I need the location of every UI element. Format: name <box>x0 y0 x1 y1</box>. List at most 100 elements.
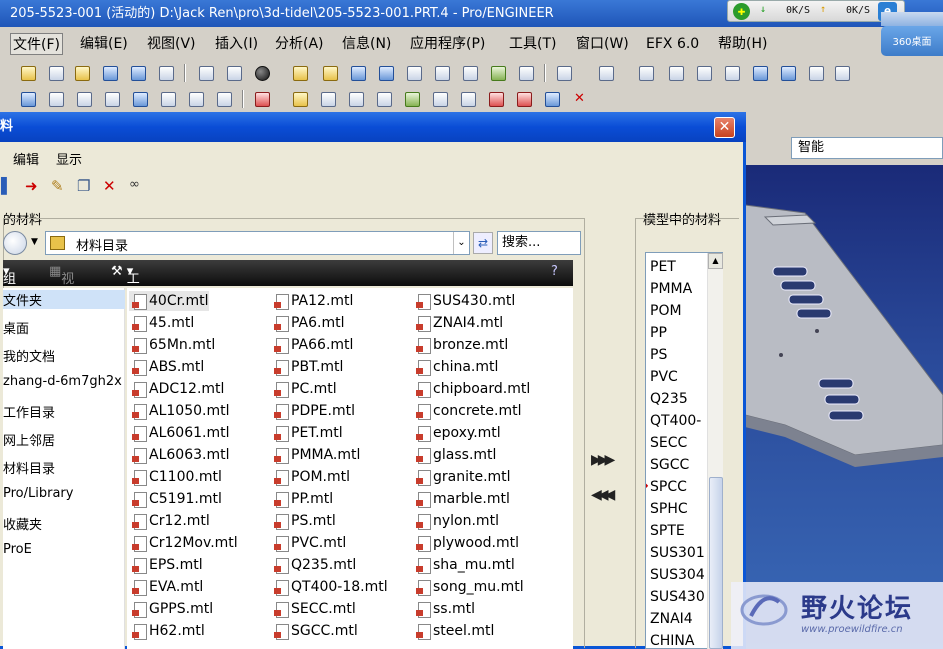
material-file[interactable]: ABS.mtl <box>129 357 204 377</box>
material-file[interactable]: SGCC.mtl <box>271 621 358 641</box>
help-icon[interactable]: ? <box>551 264 558 279</box>
side-item[interactable]: 材料目录 <box>3 458 55 477</box>
material-file[interactable]: SECC.mtl <box>271 599 356 619</box>
material-file[interactable]: concrete.mtl <box>413 401 521 421</box>
side-item[interactable]: Pro/Library <box>3 486 73 501</box>
shading-icon[interactable] <box>224 64 244 82</box>
material-file[interactable]: GPPS.mtl <box>129 599 213 619</box>
copy-icon[interactable] <box>666 64 686 82</box>
tools-button[interactable]: ⚒ 工具 ▾ <box>111 264 140 306</box>
paint-icon[interactable] <box>290 64 310 82</box>
material-file[interactable]: POM.mtl <box>271 467 350 487</box>
material-file[interactable]: chipboard.mtl <box>413 379 530 399</box>
material-file[interactable]: china.mtl <box>413 357 498 377</box>
desk-360-button[interactable]: 360桌面 <box>881 12 943 56</box>
model-material-item[interactable]: Q235 <box>650 388 688 410</box>
model-material-item[interactable]: SPTE <box>650 520 685 542</box>
analysis-icon[interactable] <box>458 90 478 108</box>
cancel-icon[interactable] <box>570 90 590 108</box>
orient-icon[interactable] <box>488 64 508 82</box>
trim-icon[interactable] <box>486 90 506 108</box>
delete-icon[interactable]: ✕ <box>103 177 116 195</box>
select-box-icon[interactable] <box>832 64 852 82</box>
dimension-icon[interactable] <box>186 90 206 108</box>
model-material-item[interactable]: PS <box>650 344 667 366</box>
material-file[interactable]: epoxy.mtl <box>413 423 501 443</box>
find-icon[interactable] <box>806 64 826 82</box>
material-file[interactable]: QT400-18.mtl <box>271 577 388 597</box>
material-file[interactable]: PA6.mtl <box>271 313 345 333</box>
model-material-item[interactable]: SGCC <box>650 454 689 476</box>
sketch-icon[interactable] <box>374 90 394 108</box>
material-file[interactable]: ZNAI4.mtl <box>413 313 503 333</box>
material-file[interactable]: PA12.mtl <box>271 291 353 311</box>
material-file[interactable]: PS.mtl <box>271 511 336 531</box>
glasses-icon[interactable]: ∞ <box>129 177 140 192</box>
wireframe-icon[interactable] <box>46 90 66 108</box>
material-file[interactable]: PP.mtl <box>271 489 333 509</box>
side-item[interactable]: ProE <box>3 542 32 557</box>
material-file[interactable]: bronze.mtl <box>413 335 508 355</box>
material-file[interactable]: Cr12Mov.mtl <box>129 533 238 553</box>
back-button[interactable] <box>3 231 27 255</box>
material-file[interactable]: C1100.mtl <box>129 467 222 487</box>
model-material-item[interactable]: SUS430 <box>650 586 705 608</box>
appearance-icon[interactable] <box>252 64 272 82</box>
paste-special-icon[interactable] <box>722 64 742 82</box>
mirror2-icon[interactable] <box>778 64 798 82</box>
curve-icon[interactable] <box>402 90 422 108</box>
extend-icon[interactable] <box>514 90 534 108</box>
material-file[interactable]: song_mu.mtl <box>413 577 524 597</box>
path-dropdown-icon[interactable]: ⌄ <box>453 232 469 254</box>
material-file[interactable]: Q235.mtl <box>271 555 356 575</box>
model-list-scrollbar[interactable]: ▲ <box>707 253 723 649</box>
redo-icon[interactable] <box>596 64 616 82</box>
material-file[interactable]: glass.mtl <box>413 445 496 465</box>
shapes-icon[interactable] <box>18 64 38 82</box>
material-file[interactable]: AL1050.mtl <box>129 401 229 421</box>
view-button[interactable]: ▦ 视图 <box>49 264 74 306</box>
refit-icon[interactable] <box>460 64 480 82</box>
menu-window[interactable]: 窗口(W) <box>574 33 631 55</box>
view-manager-icon[interactable] <box>516 64 536 82</box>
search-input[interactable]: 搜索... <box>497 231 581 255</box>
side-item[interactable]: 桌面 <box>3 318 29 337</box>
scroll-thumb[interactable] <box>709 477 723 649</box>
model-material-item[interactable]: PP <box>650 322 667 344</box>
material-file[interactable]: EPS.mtl <box>129 555 203 575</box>
undo-icon[interactable] <box>554 64 574 82</box>
shaded-icon[interactable] <box>130 90 150 108</box>
model-material-item[interactable]: CHINA <box>650 630 694 648</box>
menu-insert[interactable]: 插入(I) <box>213 33 260 55</box>
material-file[interactable]: PET.mtl <box>271 423 343 443</box>
save-icon[interactable] <box>100 64 120 82</box>
regenerate-icon[interactable] <box>196 64 216 82</box>
material-file[interactable]: PDPE.mtl <box>271 401 355 421</box>
side-item[interactable]: 我的文档 <box>3 346 55 365</box>
menu-help[interactable]: 帮助(H) <box>716 33 769 55</box>
material-file[interactable]: AL6061.mtl <box>129 423 229 443</box>
material-file[interactable]: AL6063.mtl <box>129 445 229 465</box>
copy-icon[interactable]: ❐ <box>77 177 90 195</box>
menu-edit[interactable]: 编辑(E) <box>78 33 130 55</box>
menu-applications[interactable]: 应用程序(P) <box>408 33 487 55</box>
material-file[interactable]: PVC.mtl <box>271 533 346 553</box>
menu-analysis[interactable]: 分析(A) <box>273 33 326 55</box>
material-file[interactable]: nylon.mtl <box>413 511 499 531</box>
path-combobox[interactable]: 材料目录 ⌄ <box>45 231 470 255</box>
add-to-model-button[interactable]: ▶▶▶ <box>591 452 615 468</box>
side-item[interactable]: 收藏夹 <box>3 514 42 533</box>
material-file[interactable]: plywood.mtl <box>413 533 519 553</box>
spin-center-icon[interactable] <box>158 90 178 108</box>
menu-efx[interactable]: EFX 6.0 <box>644 33 701 55</box>
model-material-item[interactable]: POM <box>650 300 682 322</box>
material-file[interactable]: 45.mtl <box>129 313 194 333</box>
network-speed-widget[interactable]: ✚ ↓ 0K/S ↑ 0K/S e <box>727 0 905 22</box>
model-material-item[interactable]: SUS304 <box>650 564 705 586</box>
datum-plane-icon[interactable] <box>290 90 310 108</box>
chevron-down-icon[interactable]: ▼ <box>31 237 38 247</box>
material-file[interactable]: granite.mtl <box>413 467 511 487</box>
material-file[interactable]: PBT.mtl <box>271 357 343 377</box>
material-file[interactable]: PMMA.mtl <box>271 445 360 465</box>
save-copy-icon[interactable] <box>128 64 148 82</box>
